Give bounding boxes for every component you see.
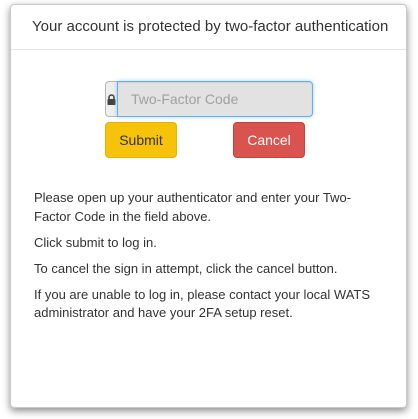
instruction-text: Please open up your authenticator and en… bbox=[34, 190, 352, 224]
instruction-text: If you are unable to log in, please cont… bbox=[34, 286, 371, 321]
cancel-button[interactable]: Cancel bbox=[233, 122, 305, 158]
submit-button[interactable]: Submit bbox=[105, 122, 177, 158]
panel-heading: Your account is protected by two-factor … bbox=[11, 5, 406, 50]
two-factor-code-input[interactable] bbox=[117, 81, 313, 117]
two-factor-input-group bbox=[105, 81, 313, 117]
lock-icon bbox=[107, 93, 116, 105]
instruction-text: Click submit to log in. bbox=[34, 234, 157, 250]
lock-addon bbox=[105, 81, 117, 117]
instruction-text: To cancel the sign in attempt, click the… bbox=[34, 260, 338, 276]
two-factor-panel: Your account is protected by two-factor … bbox=[10, 4, 407, 408]
instructions: Please open up your authenticator and en… bbox=[34, 189, 384, 330]
